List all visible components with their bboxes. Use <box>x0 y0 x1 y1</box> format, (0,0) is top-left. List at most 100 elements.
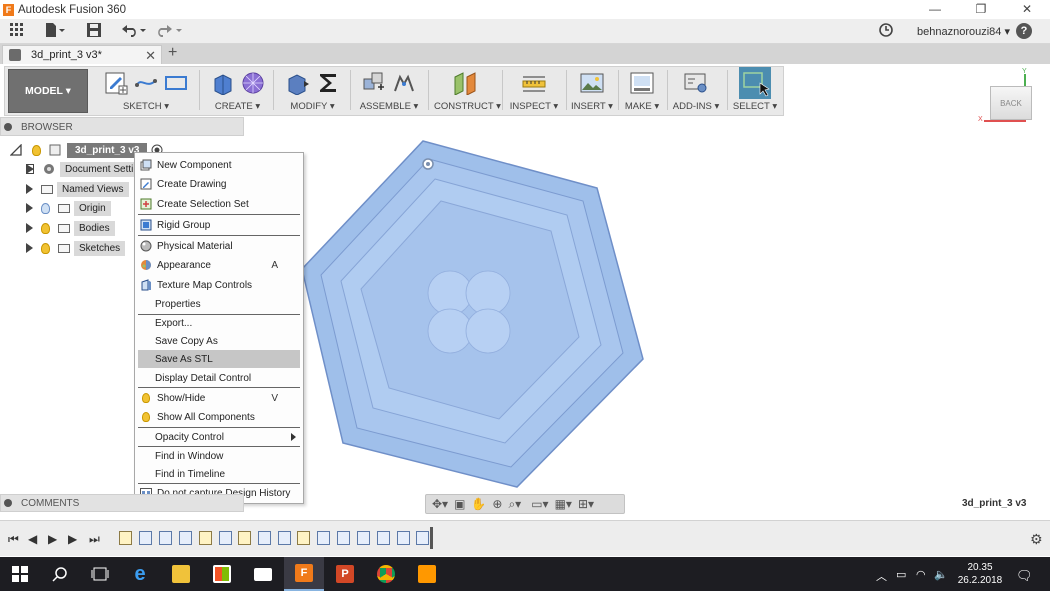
browser-node-label[interactable]: Origin <box>74 200 111 216</box>
new-component-toolbar-icon[interactable] <box>362 71 386 95</box>
start-windows-icon[interactable] <box>0 557 40 591</box>
timeline-extrude-feature[interactable] <box>159 531 172 545</box>
browser-node-named-views[interactable]: Named Views <box>26 180 129 198</box>
expand-icon[interactable] <box>26 223 33 233</box>
step-back-icon[interactable]: ◀ <box>28 532 37 546</box>
timeline-extrude-feature[interactable] <box>139 531 152 545</box>
make-group[interactable]: MAKE ▾ <box>622 67 662 115</box>
expand-icon[interactable] <box>26 184 33 194</box>
measure-icon[interactable] <box>522 71 546 95</box>
visibility-bulb-icon[interactable] <box>32 144 41 156</box>
press-pull-icon[interactable] <box>286 71 310 95</box>
menu-item-find-in-timeline[interactable]: Find in Timeline <box>138 465 300 483</box>
browser-panel-header[interactable]: BROWSER <box>0 117 244 136</box>
timeline-fillet-feature[interactable] <box>357 531 370 545</box>
timeline-sketch-feature[interactable] <box>297 531 310 545</box>
search-icon[interactable] <box>40 557 80 591</box>
select-cursor-icon[interactable] <box>739 67 771 99</box>
volume-icon[interactable]: 🔈 <box>934 568 948 581</box>
help-icon[interactable]: ? <box>1016 23 1032 39</box>
menu-item-rigid-group[interactable]: Rigid Group <box>138 216 300 234</box>
go-to-end-icon[interactable]: ⏭ <box>89 532 100 547</box>
fit-zoom-icon[interactable]: ⌕▾ <box>508 497 521 512</box>
powerpoint-icon[interactable]: P <box>325 557 365 591</box>
look-at-icon[interactable]: ▣ <box>454 497 465 511</box>
file-menu-icon[interactable] <box>45 23 65 39</box>
select-group[interactable]: SELECT ▾ <box>732 67 778 115</box>
workspace-switcher[interactable]: MODEL ▾ <box>8 69 88 113</box>
timeline-fillet-feature[interactable] <box>377 531 390 545</box>
save-icon[interactable] <box>87 23 101 39</box>
scripts-add-ins-icon[interactable] <box>684 71 708 95</box>
collapse-browser-icon[interactable] <box>4 123 12 131</box>
parameters-sigma-icon[interactable] <box>316 71 340 95</box>
grid-settings-icon[interactable]: ▦▾ <box>555 497 572 511</box>
show-hidden-icons-icon[interactable]: ︿ <box>876 568 887 584</box>
timeline-fillet-feature[interactable] <box>397 531 410 545</box>
extrude-icon[interactable] <box>211 71 235 95</box>
assemble-group[interactable]: ASSEMBLE ▾ <box>356 67 422 115</box>
expand-icon[interactable] <box>26 203 33 213</box>
job-status-clock-icon[interactable] <box>879 23 893 39</box>
add-ins-group[interactable]: ADD-INS ▾ <box>672 67 720 115</box>
play-icon[interactable]: ▶ <box>48 532 57 546</box>
close-tab-icon[interactable]: ✕ <box>145 48 156 64</box>
new-tab-icon[interactable]: + <box>168 44 177 62</box>
menu-item-texture-map-controls[interactable]: Texture Map Controls <box>138 276 300 294</box>
notifications-icon[interactable]: 🗨 <box>1016 568 1033 584</box>
timeline-extrude-feature[interactable] <box>317 531 330 545</box>
insert-group[interactable]: INSERT ▾ <box>570 67 614 115</box>
viewcube[interactable]: BACK <box>990 86 1032 120</box>
menu-item-create-selection-set[interactable]: Create Selection Set <box>138 195 300 213</box>
line-icon[interactable] <box>134 71 158 95</box>
create-group[interactable]: CREATE ▾ <box>205 67 270 115</box>
timeline-extrude-feature[interactable] <box>258 531 271 545</box>
create-sketch-icon[interactable] <box>104 71 128 95</box>
document-tab[interactable]: 3d_print_3 v3* ✕ <box>2 45 162 64</box>
wifi-icon[interactable]: ◠ <box>916 568 926 581</box>
pan-hand-icon[interactable]: ✋ <box>471 497 486 511</box>
timeline-extrude-feature[interactable] <box>219 531 232 545</box>
timeline-extrude-feature[interactable] <box>337 531 350 545</box>
browser-node-document-settings[interactable]: Document Settin <box>26 160 144 178</box>
menu-item-show-hide[interactable]: Show/Hide V <box>138 389 300 407</box>
inspect-group[interactable]: INSPECT ▾ <box>508 67 560 115</box>
minimize-icon[interactable]: — <box>912 0 958 19</box>
joint-icon[interactable] <box>392 71 416 95</box>
expand-comments-icon[interactable] <box>4 499 12 507</box>
close-icon[interactable]: ✕ <box>1004 0 1050 19</box>
orbit-icon[interactable]: ✥▾ <box>432 497 448 511</box>
menu-item-appearance[interactable]: Appearance A <box>138 256 300 274</box>
chrome-icon[interactable] <box>366 557 406 591</box>
zoom-icon[interactable]: ⊕ <box>492 497 502 511</box>
modify-group[interactable]: MODIFY ▾ <box>280 67 345 115</box>
battery-icon[interactable]: ▭ <box>896 568 906 581</box>
menu-item-new-component[interactable]: New Component <box>138 156 300 174</box>
menu-item-physical-material[interactable]: Physical Material <box>138 237 300 255</box>
browser-node-label[interactable]: Named Views <box>57 181 129 197</box>
browser-node-sketches[interactable]: Sketches <box>26 239 126 257</box>
construct-group[interactable]: CONSTRUCT ▾ <box>434 67 501 115</box>
timeline-extrude-feature[interactable] <box>179 531 192 545</box>
timeline-sketch-feature[interactable] <box>199 531 212 545</box>
task-view-icon[interactable] <box>80 557 120 591</box>
insert-image-icon[interactable] <box>580 71 604 95</box>
menu-item-opacity-control[interactable]: Opacity Control <box>138 428 300 446</box>
visibility-bulb-icon[interactable] <box>41 222 50 234</box>
sublime-text-icon[interactable] <box>407 557 447 591</box>
menu-item-save-as-stl[interactable]: Save As STL <box>138 350 300 368</box>
timeline-fillet-feature[interactable] <box>416 531 429 545</box>
offset-plane-icon[interactable] <box>453 71 477 95</box>
menu-item-create-drawing[interactable]: Create Drawing <box>138 175 300 193</box>
menu-item-show-all-components[interactable]: Show All Components <box>138 408 300 426</box>
step-forward-icon[interactable]: ▶ <box>68 532 77 546</box>
display-settings-icon[interactable]: ▭▾ <box>531 497 548 511</box>
go-to-start-icon[interactable]: ⏮ <box>8 532 19 547</box>
visibility-bulb-icon[interactable] <box>41 242 50 254</box>
form-icon[interactable] <box>241 71 265 95</box>
menu-item-export[interactable]: Export... <box>138 314 300 332</box>
rectangle-icon[interactable] <box>164 71 188 95</box>
expand-collapse-icon[interactable] <box>10 144 22 156</box>
menu-item-display-detail-control[interactable]: Display Detail Control <box>138 369 300 387</box>
fusion-360-taskbar-icon[interactable]: F <box>284 557 324 591</box>
